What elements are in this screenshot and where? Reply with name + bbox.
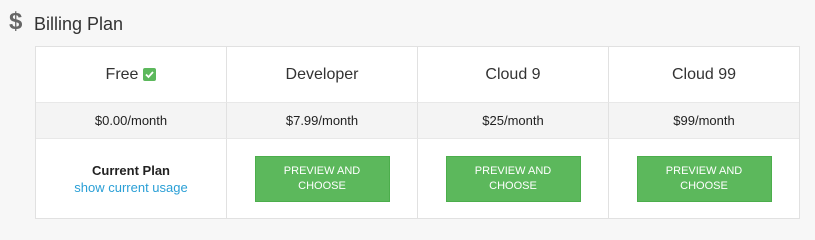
billing-plan-table: Free Developer Cloud 9 Cloud 99 $0.00/mo… [35, 46, 800, 219]
plan-name-developer: Developer [285, 65, 359, 83]
show-usage-link[interactable]: show current usage [74, 179, 187, 196]
plan-name-cell-free: Free [36, 47, 227, 102]
plan-price-cloud99: $99/month [609, 102, 799, 139]
preview-choose-cloud99-button[interactable]: PREVIEW AND CHOOSE [636, 155, 772, 202]
preview-choose-cloud9-button[interactable]: PREVIEW AND CHOOSE [445, 155, 581, 202]
plan-action-free: Current Plan show current usage [36, 139, 227, 218]
plan-price-free: $0.00/month [36, 102, 227, 139]
plan-name-cloud9: Cloud 9 [485, 65, 541, 83]
plan-name-cell-cloud9: Cloud 9 [418, 47, 609, 102]
plan-action-developer: PREVIEW AND CHOOSE [227, 139, 418, 218]
plan-name-cloud99: Cloud 99 [671, 65, 737, 83]
preview-choose-developer-button[interactable]: PREVIEW AND CHOOSE [254, 155, 390, 202]
plan-name-cell-developer: Developer [227, 47, 418, 102]
plan-name-free: Free [105, 65, 139, 83]
dollar-icon: $ [9, 8, 23, 35]
plan-price-developer: $7.99/month [227, 102, 418, 139]
section-header: $ Billing Plan [0, 0, 815, 46]
section-title: Billing Plan [34, 14, 124, 34]
plan-price-cloud9: $25/month [418, 102, 609, 139]
checkmark-icon [143, 68, 157, 81]
current-plan-label: Current Plan [91, 162, 170, 178]
plan-action-cloud99: PREVIEW AND CHOOSE [609, 139, 799, 218]
plan-action-cloud9: PREVIEW AND CHOOSE [418, 139, 609, 218]
plan-name-cell-cloud99: Cloud 99 [609, 47, 799, 102]
